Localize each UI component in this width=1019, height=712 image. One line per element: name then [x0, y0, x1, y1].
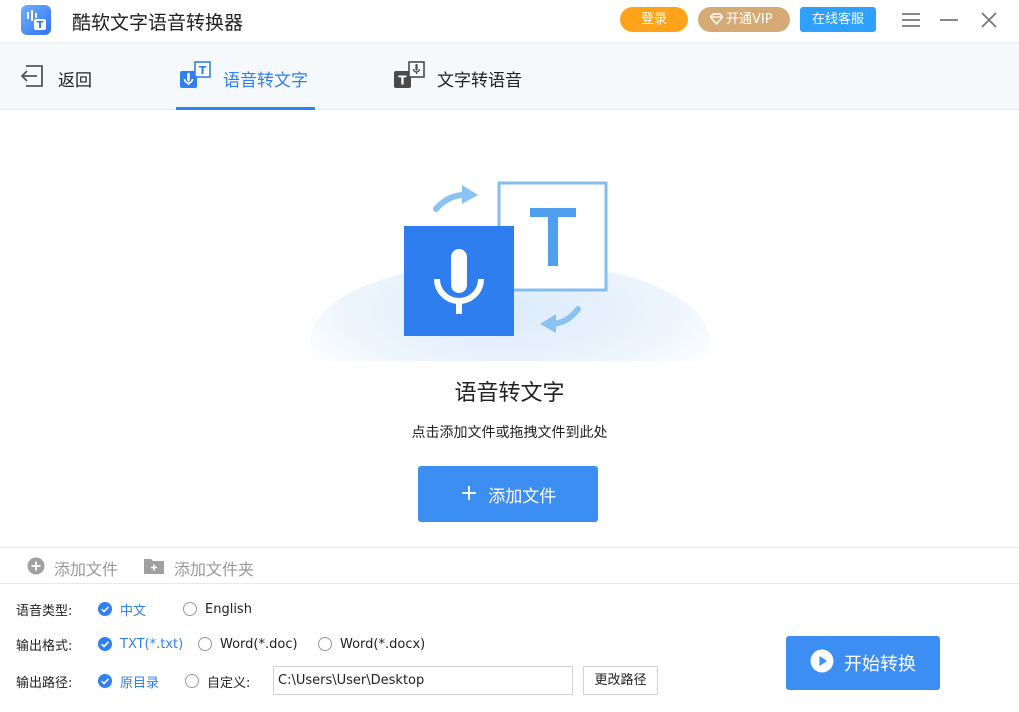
format-option-doc[interactable]: Word(*.doc): [198, 637, 298, 652]
unchecked-radio-icon: [185, 674, 199, 688]
tab-speech-to-text[interactable]: T 语音转文字: [179, 61, 308, 95]
title-bar: T 酷软文字语音转换器 登录 开通VIP 在线客服: [0, 0, 1019, 42]
path-option-source-dir[interactable]: 原目录: [98, 672, 159, 691]
back-label: 返回: [58, 70, 92, 91]
vip-label: 开通VIP: [726, 12, 773, 27]
toolbar-add-file-button[interactable]: 添加文件: [27, 556, 118, 580]
speech-to-text-icon: T: [179, 61, 211, 95]
path-option-source-dir-label: 原目录: [120, 675, 160, 691]
svg-text:T: T: [398, 74, 407, 88]
back-button[interactable]: 返回: [20, 65, 92, 91]
svg-text:T: T: [37, 20, 44, 31]
format-row: 输出格式: TXT(*.txt) Word(*.doc) Word(*.docx…: [0, 632, 700, 656]
start-conversion-button[interactable]: 开始转换: [786, 636, 940, 690]
add-file-button[interactable]: + 添加文件: [418, 466, 598, 522]
output-path-row: 输出路径: 原目录 自定义:: [0, 669, 270, 693]
language-option-english[interactable]: English: [183, 602, 252, 617]
diamond-icon: [709, 9, 724, 34]
add-file-button-label: 添加文件: [488, 486, 557, 507]
text-to-speech-icon: T: [393, 61, 425, 95]
format-label: 输出格式:: [16, 638, 73, 654]
change-path-button[interactable]: 更改路径: [583, 666, 658, 695]
language-option-english-label: English: [205, 601, 252, 617]
back-arrow-icon: [20, 63, 46, 93]
file-toolbar: 添加文件 添加文件夹: [0, 547, 1019, 584]
app-window: T 酷软文字语音转换器 登录 开通VIP 在线客服 返回 T 语音转文字 T 文…: [0, 0, 1019, 712]
menu-icon[interactable]: [899, 8, 923, 32]
toolbar-add-file-label: 添加文件: [54, 560, 119, 579]
conversion-settings: 语音类型: 中文 English 输出格式: TXT(*.txt) Word(*…: [0, 584, 1019, 712]
start-conversion-label: 开始转换: [844, 654, 916, 675]
plus-icon: +: [459, 481, 479, 506]
tab-text-to-speech[interactable]: T 文字转语音: [393, 61, 522, 95]
play-icon: [810, 649, 834, 678]
unchecked-radio-icon: [198, 637, 212, 651]
toolbar-add-folder-label: 添加文件夹: [174, 560, 255, 579]
checked-radio-icon: [98, 674, 112, 688]
drop-zone-hint: 点击添加文件或拖拽文件到此处: [411, 425, 608, 441]
checked-radio-icon: [98, 602, 112, 616]
close-icon[interactable]: [977, 8, 1001, 32]
format-option-txt-label: TXT(*.txt): [120, 636, 184, 652]
app-title: 酷软文字语音转换器: [72, 12, 244, 34]
toolbar-add-folder-button[interactable]: 添加文件夹: [143, 556, 254, 580]
tab-speech-to-text-label: 语音转文字: [223, 70, 308, 91]
format-option-txt[interactable]: TXT(*.txt): [98, 637, 183, 652]
add-folder-icon: [143, 557, 165, 579]
format-option-docx[interactable]: Word(*.docx): [318, 637, 425, 652]
language-row: 语音类型: 中文 English: [0, 597, 700, 621]
format-option-docx-label: Word(*.docx): [340, 636, 426, 652]
online-service-button[interactable]: 在线客服: [800, 7, 876, 32]
path-option-custom-label: 自定义:: [207, 675, 251, 691]
app-logo-icon: T: [21, 5, 51, 35]
language-option-chinese-label: 中文: [120, 603, 147, 619]
drop-zone-title: 语音转文字: [454, 381, 565, 406]
output-path-label: 输出路径:: [16, 675, 73, 691]
format-option-doc-label: Word(*.doc): [220, 636, 298, 652]
svg-text:T: T: [199, 64, 207, 77]
file-drop-zone[interactable]: 语音转文字 点击添加文件或拖拽文件到此处 + 添加文件: [0, 111, 1019, 547]
checked-radio-icon: [98, 637, 112, 651]
path-option-custom[interactable]: 自定义:: [185, 672, 250, 691]
output-path-input[interactable]: C:\Users\User\Desktop: [273, 666, 573, 695]
mode-tab-bar: 返回 T 语音转文字 T 文字转语音: [0, 42, 1019, 110]
speech-to-text-illustration: [300, 171, 720, 421]
tab-text-to-speech-label: 文字转语音: [437, 70, 522, 91]
language-label: 语音类型:: [16, 603, 73, 619]
minimize-icon[interactable]: [937, 8, 961, 32]
unchecked-radio-icon: [318, 637, 332, 651]
vip-button[interactable]: 开通VIP: [698, 7, 790, 32]
add-circle-icon: [27, 557, 45, 579]
language-option-chinese[interactable]: 中文: [98, 600, 146, 619]
unchecked-radio-icon: [183, 602, 197, 616]
active-tab-indicator: [176, 107, 315, 110]
login-button[interactable]: 登录: [620, 7, 688, 32]
